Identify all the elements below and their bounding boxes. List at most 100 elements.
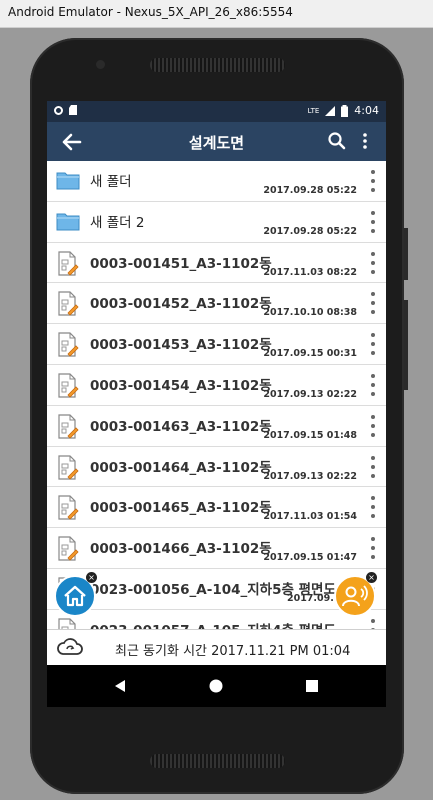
row-more-button[interactable]	[369, 414, 377, 437]
volume-button[interactable]	[404, 300, 408, 390]
row-more-button[interactable]	[369, 251, 377, 274]
row-more-button[interactable]	[369, 292, 377, 315]
last-sync-time: 최근 동기화 시간 2017.11.21 PM 01:04	[115, 644, 351, 659]
row-more-button[interactable]	[369, 537, 377, 560]
app-bar: 설계도면	[47, 122, 386, 161]
file-name: 0003-001463_A3-1102동	[90, 418, 272, 435]
row-icon	[56, 250, 80, 281]
row-icon	[56, 169, 80, 195]
folder-icon	[56, 172, 80, 190]
cloud-sync-icon	[57, 638, 83, 655]
modified-date: 2017.09.28 05:22	[263, 225, 357, 237]
row-icon	[56, 291, 80, 321]
modified-date: 2017.10.10 08:38	[263, 307, 357, 319]
file-row[interactable]: 0003-001451_A3-1102동 2017.11.03 08:22	[47, 243, 386, 284]
clock: 4:04	[354, 104, 379, 117]
file-row[interactable]: 0023-001057_A-105_지하4층 평면도	[47, 610, 386, 629]
battery-icon	[341, 104, 349, 117]
notification-ring-icon	[54, 105, 63, 115]
file-list: 새 폴더 2017.09.28 05:22 새 폴더 2 2017.09.28 05:…	[47, 161, 386, 629]
file-name: 새 폴더 2	[90, 214, 145, 231]
modified-date: 2017.11.03 01:54	[263, 511, 357, 523]
file-row[interactable]: 0003-001465_A3-1102동 2017.11.03 01:54	[47, 487, 386, 529]
modified-date: 2017.09.15 00:31	[263, 348, 357, 360]
row-more-button[interactable]	[369, 333, 377, 356]
nav-back-icon	[115, 680, 125, 692]
file-row[interactable]: 0003-001453_A3-1102동 2017.09.15 00:31	[47, 324, 386, 365]
search-icon	[328, 132, 346, 150]
home-fab-close-button[interactable]: ×	[86, 572, 97, 583]
folder-row[interactable]: 새 폴더 2 2017.09.28 05:22	[47, 202, 386, 243]
nav-recents-icon	[306, 680, 318, 692]
status-bar: LTE 4:04	[47, 101, 386, 122]
drawing-file-icon	[58, 536, 79, 561]
file-name: 0003-001452_A3-1102동	[90, 296, 272, 313]
drawing-file-icon	[58, 618, 76, 629]
file-row[interactable]: 0003-001464_A3-1102동 2017.09.13 02:22	[47, 447, 386, 488]
drawing-file-icon	[58, 291, 79, 316]
file-row[interactable]: 0003-001463_A3-1102동 2017.09.15 01:48	[47, 406, 386, 447]
more-vert-icon	[363, 133, 367, 149]
file-row[interactable]: 0003-001454_A3-1102동 2017.09.13 02:22	[47, 365, 386, 406]
nav-recents-button[interactable]	[303, 677, 321, 695]
file-row[interactable]: 0003-001452_A3-1102동 2017.10.10 08:38	[47, 283, 386, 325]
people-speaking-icon	[342, 585, 368, 607]
file-name: 0023-001057_A-105_지하4층 평면도	[90, 619, 336, 629]
row-more-button[interactable]	[369, 496, 377, 519]
row-icon	[56, 536, 80, 566]
home-icon	[64, 585, 86, 607]
drawing-file-icon	[58, 454, 79, 480]
row-more-button[interactable]	[369, 455, 377, 478]
modified-date: 2017.09.13 02:22	[263, 388, 357, 400]
row-more-button[interactable]	[369, 210, 377, 233]
user-fab-close-button[interactable]: ×	[366, 572, 377, 583]
modified-date: 2017.09.15 01:47	[263, 552, 357, 564]
row-more-button[interactable]	[369, 170, 377, 192]
row-icon	[56, 618, 80, 629]
sync-status-bar: 최근 동기화 시간 2017.11.21 PM 01:04	[47, 629, 386, 665]
drawing-file-icon	[58, 495, 79, 520]
folder-row[interactable]: 새 폴더 2017.09.28 05:22	[47, 161, 386, 202]
row-more-button[interactable]	[369, 373, 377, 396]
row-icon	[56, 332, 80, 362]
file-name: 0003-001465_A3-1102동	[90, 500, 272, 517]
drawing-file-icon	[58, 332, 79, 357]
row-icon	[56, 454, 80, 485]
window-title: Android Emulator - Nexus_5X_API_26_x86:5…	[0, 0, 433, 28]
modified-date: 2017.09.13 02:22	[263, 470, 357, 482]
row-icon	[56, 495, 80, 525]
modified-date: 2017.09.15 01:48	[263, 429, 357, 441]
modified-date: 2017.11.03 08:22	[263, 266, 357, 278]
file-name: 0003-001466_A3-1102동	[90, 541, 272, 558]
power-button[interactable]	[404, 228, 408, 280]
search-button[interactable]	[327, 131, 347, 151]
drawing-file-icon	[58, 414, 79, 439]
network-label: LTE	[307, 106, 320, 115]
drawing-file-icon	[58, 250, 79, 276]
sd-card-icon	[69, 105, 77, 115]
speaker-grille-top	[150, 58, 285, 72]
file-name: 0003-001454_A3-1102동	[90, 377, 272, 394]
folder-icon	[56, 213, 80, 231]
row-more-button[interactable]	[369, 618, 377, 629]
drawing-file-icon	[58, 373, 79, 398]
speaker-grille-bottom	[150, 754, 285, 768]
overflow-menu-button[interactable]	[359, 131, 371, 151]
sync-button[interactable]	[57, 638, 83, 662]
file-name: 0003-001451_A3-1102동	[90, 255, 272, 272]
file-name: 0003-001464_A3-1102동	[90, 459, 272, 476]
nav-back-button[interactable]	[111, 677, 129, 695]
file-name: 새 폴더	[90, 174, 132, 190]
signal-icon	[325, 105, 336, 116]
file-row[interactable]: 0003-001466_A3-1102동 2017.09.15 01:47	[47, 528, 386, 569]
device-screen: LTE 4:04 설계도면 새 폴더 2017.09.28 05:22 새 폴더 2…	[47, 101, 386, 707]
row-icon	[56, 210, 80, 236]
nav-home-icon	[209, 679, 223, 693]
android-nav-bar	[47, 665, 386, 707]
modified-date: 2017.09.28 05:22	[263, 185, 357, 196]
nav-home-button[interactable]	[207, 677, 225, 695]
file-name: 0003-001453_A3-1102동	[90, 337, 272, 354]
row-icon	[56, 414, 80, 444]
camera-icon	[96, 60, 105, 69]
row-icon	[56, 373, 80, 403]
